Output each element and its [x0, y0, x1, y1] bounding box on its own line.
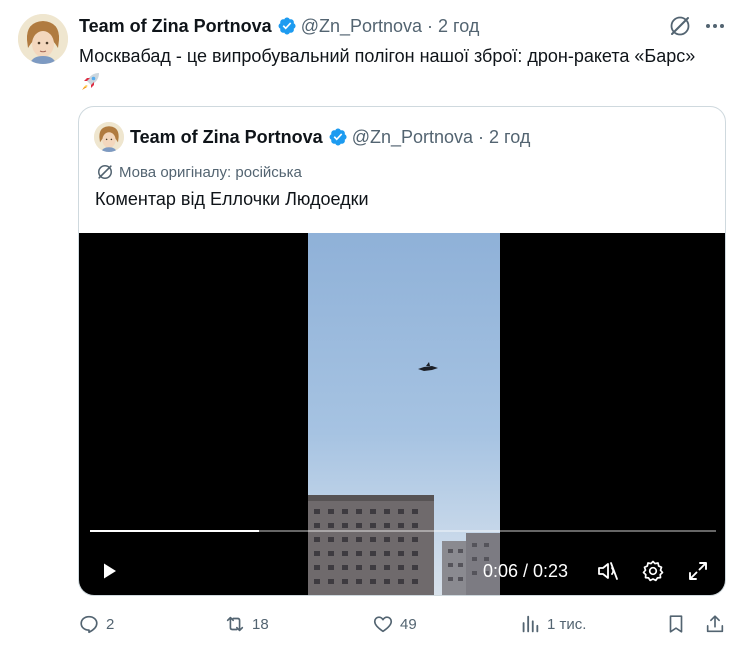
video-progress-fill	[90, 530, 260, 532]
video-frame[interactable]	[308, 233, 500, 595]
reply-count: 2	[106, 615, 115, 633]
play-icon[interactable]	[97, 559, 121, 583]
grok-icon[interactable]	[668, 14, 692, 38]
grok-translate-icon	[98, 165, 112, 179]
translation-note-text: Мова оригіналу: російська	[119, 163, 302, 181]
repost-count: 18	[252, 615, 269, 633]
views-button[interactable]: 1 тис.	[519, 612, 586, 636]
quoted-tweet-card[interactable]: Team of Zina Portnova @Zn_Portnova · 2 г…	[78, 106, 726, 596]
quoted-author-handle[interactable]: @Zn_Portnova	[352, 127, 473, 148]
quoted-tweet-header: Team of Zina Portnova @Zn_Portnova · 2 г…	[130, 125, 530, 149]
video-progress-bar[interactable]	[90, 530, 716, 532]
tweet-header: Team of Zina Portnova @Zn_Portnova · 2 г…	[79, 14, 479, 38]
author-avatar[interactable]	[18, 14, 68, 64]
video-player[interactable]: 0:06 / 0:23	[79, 233, 725, 595]
translation-note[interactable]: Мова оригіналу: російська	[95, 161, 302, 183]
like-button[interactable]: 49	[372, 612, 417, 636]
tweet-text-content: Москвабад - це випробувальний полігон на…	[79, 46, 696, 66]
share-icon	[706, 615, 724, 633]
volume-muted-icon[interactable]	[596, 559, 620, 583]
reply-button[interactable]: 2	[78, 612, 114, 636]
more-options-icon[interactable]	[703, 14, 727, 38]
share-button[interactable]	[704, 612, 726, 636]
reply-icon	[80, 615, 98, 634]
views-chart-icon	[522, 615, 539, 633]
repost-icon	[226, 616, 244, 632]
separator: ·	[427, 15, 434, 36]
views-count: 1 тис.	[547, 615, 587, 633]
bookmark-button[interactable]	[665, 612, 687, 636]
verified-badge-icon	[329, 128, 347, 146]
bookmark-icon	[669, 615, 683, 633]
quoted-tweet-text: Коментар від Еллочки Людоедки	[95, 189, 369, 209]
author-name[interactable]: Team of Zina Portnova	[79, 16, 272, 37]
like-count: 49	[400, 615, 417, 633]
heart-icon	[373, 616, 393, 633]
verified-badge-icon	[278, 17, 296, 35]
quoted-author-avatar[interactable]	[94, 122, 124, 152]
repost-button[interactable]: 18	[224, 612, 269, 636]
author-handle[interactable]: @Zn_Portnova	[301, 16, 422, 37]
rocket-emoji-icon	[82, 73, 99, 91]
tweet-action-bar: 2 18 49 1 тис.	[78, 612, 728, 636]
quoted-author-name[interactable]: Team of Zina Portnova	[130, 127, 323, 148]
separator: ·	[478, 126, 485, 147]
tweet-timestamp[interactable]: 2 год	[438, 16, 479, 37]
quoted-tweet-timestamp[interactable]: 2 год	[489, 127, 530, 148]
settings-gear-icon[interactable]	[641, 559, 665, 583]
video-time-display: 0:06 / 0:23	[483, 561, 569, 581]
tweet-text: Москвабад - це випробувальний полігон на…	[79, 44, 739, 93]
fullscreen-icon[interactable]	[686, 559, 710, 583]
